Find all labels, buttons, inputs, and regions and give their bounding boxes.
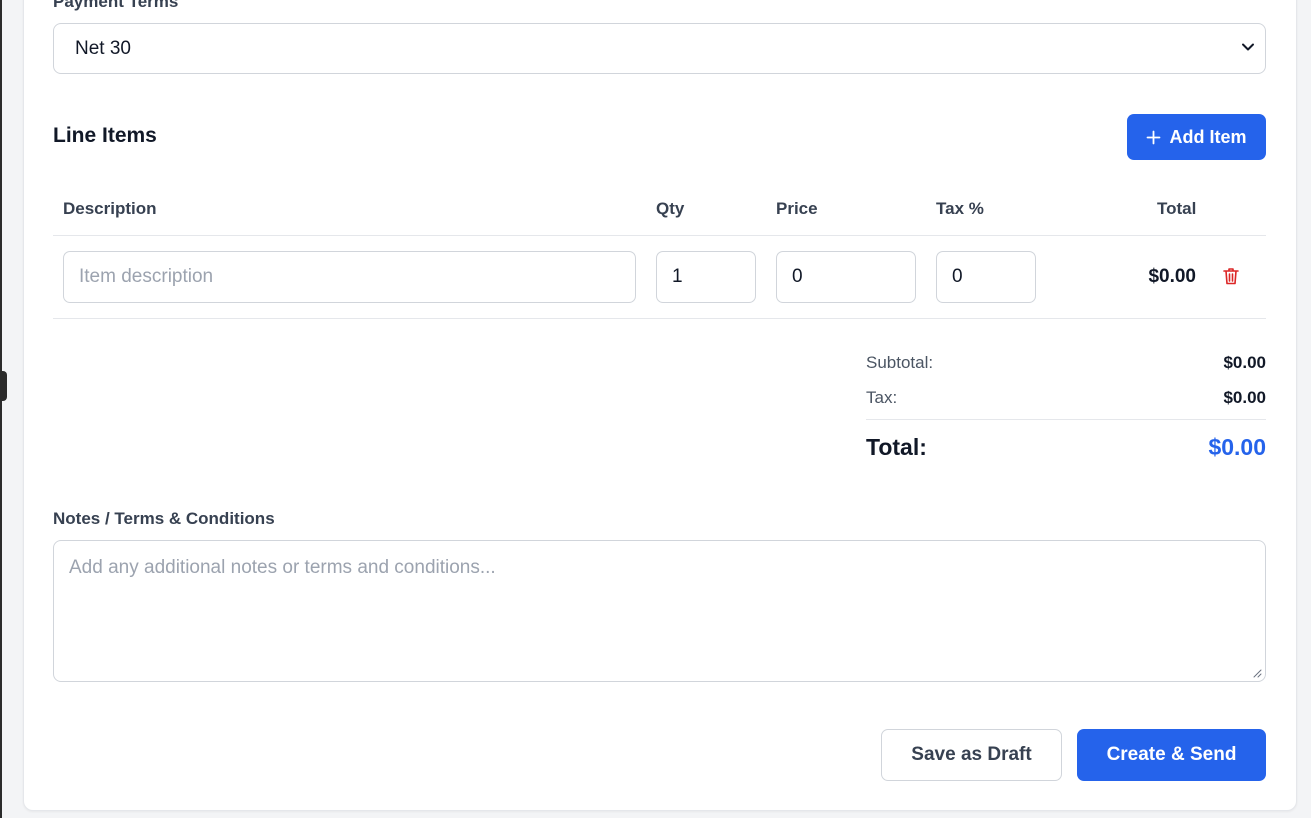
invoice-form-card xyxy=(23,0,1297,811)
column-header-price: Price xyxy=(776,199,818,218)
item-description-placeholder: Item description xyxy=(79,266,214,287)
notes-textarea[interactable]: Add any additional notes or terms and co… xyxy=(53,540,1266,682)
column-header-total: Total xyxy=(1157,199,1197,218)
summary-divider xyxy=(866,419,1266,420)
add-item-label: Add Item xyxy=(1169,126,1247,147)
save-draft-label: Save as Draft xyxy=(911,744,1032,765)
add-item-button[interactable]: Add Item xyxy=(1127,114,1266,160)
item-price-input[interactable]: 0 xyxy=(776,251,916,303)
resize-handle-icon[interactable] xyxy=(1253,669,1262,678)
plus-icon xyxy=(1147,130,1161,144)
column-header-tax: Tax % xyxy=(936,199,984,218)
item-tax-value: 0 xyxy=(952,266,963,287)
chevron-down-icon xyxy=(1242,43,1254,51)
payment-terms-value: Net 30 xyxy=(75,37,131,59)
table-header-divider xyxy=(53,235,1266,236)
line-items-title: Line Items xyxy=(53,124,157,147)
item-tax-input[interactable]: 0 xyxy=(936,251,1036,303)
item-qty-input[interactable]: 1 xyxy=(656,251,756,303)
item-description-input[interactable]: Item description xyxy=(63,251,636,303)
item-price-value: 0 xyxy=(792,266,803,287)
total-label: Total: xyxy=(866,434,927,460)
sidebar-drag-handle[interactable] xyxy=(0,371,7,401)
subtotal-value: $0.00 xyxy=(1223,353,1266,372)
payment-terms-select[interactable]: Net 30 xyxy=(53,23,1266,74)
create-send-label: Create & Send xyxy=(1106,744,1237,765)
item-row-total: $0.00 xyxy=(1148,266,1196,287)
subtotal-label: Subtotal: xyxy=(866,353,934,372)
tax-value: $0.00 xyxy=(1223,388,1266,407)
column-header-qty: Qty xyxy=(656,199,685,218)
tax-label: Tax: xyxy=(866,388,898,407)
payment-terms-label: Payment Terms xyxy=(53,0,179,11)
item-qty-value: 1 xyxy=(672,266,683,287)
save-draft-button[interactable]: Save as Draft xyxy=(881,729,1062,781)
trash-icon[interactable] xyxy=(1221,266,1241,286)
create-send-button[interactable]: Create & Send xyxy=(1077,729,1266,781)
column-header-description: Description xyxy=(63,199,157,218)
window-edge xyxy=(0,0,2,818)
notes-label: Notes / Terms & Conditions xyxy=(53,509,275,528)
total-value: $0.00 xyxy=(1208,434,1266,460)
table-row-divider xyxy=(53,318,1266,319)
notes-placeholder: Add any additional notes or terms and co… xyxy=(69,557,496,578)
